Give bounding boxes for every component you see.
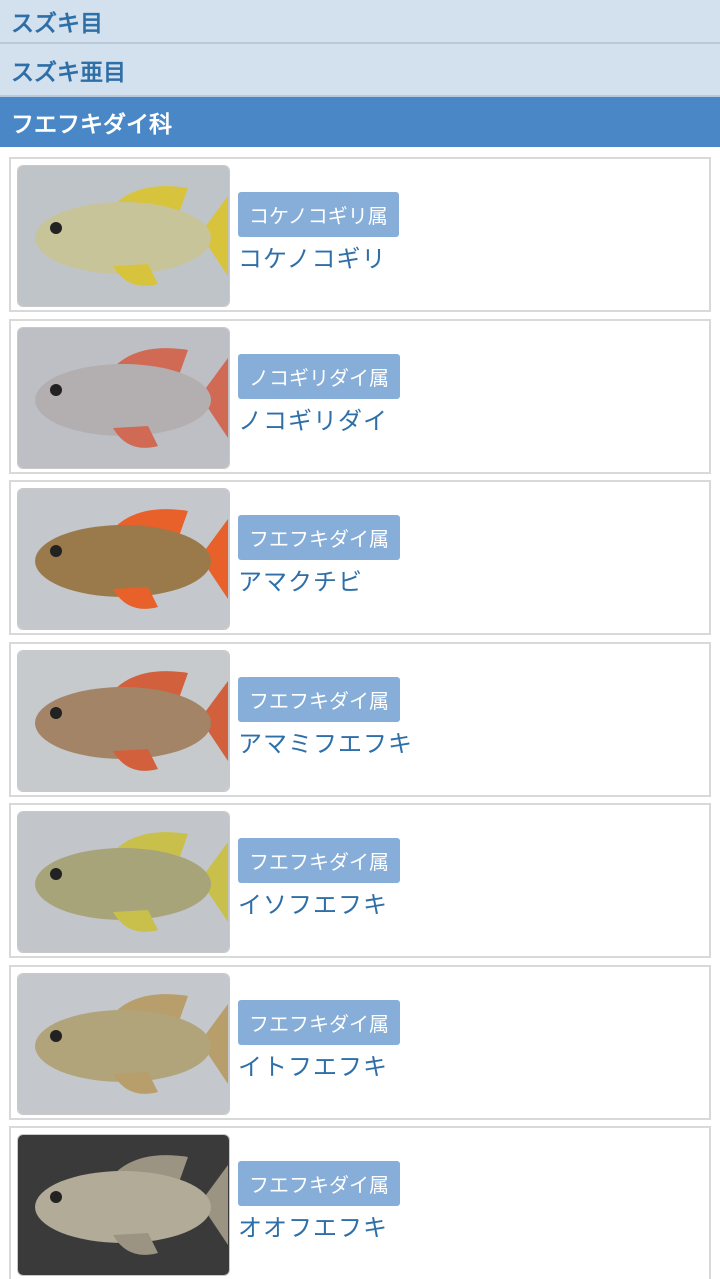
fish-photo[interactable]: [17, 165, 230, 307]
fish-photo[interactable]: [17, 973, 230, 1115]
fish-body: [35, 364, 211, 436]
species-card[interactable]: フエフキダイ属アマミフエフキ: [9, 642, 711, 797]
genus-badge: フエフキダイ属: [238, 1000, 400, 1045]
genus-badge: フエフキダイ属: [238, 838, 400, 883]
genus-badge: コケノコギリ属: [238, 192, 399, 237]
fish-photo[interactable]: [17, 488, 230, 630]
fish-photo[interactable]: [17, 327, 230, 469]
genus-badge: フエフキダイ属: [238, 1161, 400, 1206]
fish-eye: [50, 1030, 62, 1042]
fish-body: [35, 687, 211, 759]
species-name: アマミフエフキ: [238, 730, 413, 758]
species-card[interactable]: ノコギリダイ属ノコギリダイ: [9, 319, 711, 474]
fish-body: [35, 848, 211, 920]
breadcrumb-suborder[interactable]: スズキ亜目: [0, 44, 720, 97]
fish-eye: [50, 1191, 62, 1203]
genus-badge: ノコギリダイ属: [238, 354, 400, 399]
fish-body: [35, 1171, 211, 1243]
fish-body: [35, 1010, 211, 1082]
species-card[interactable]: フエフキダイ属アマクチビ: [9, 480, 711, 635]
genus-badge: フエフキダイ属: [238, 677, 400, 722]
species-card[interactable]: フエフキダイ属イトフエフキ: [9, 965, 711, 1120]
species-name: オオフエフキ: [238, 1214, 388, 1242]
species-name: ノコギリダイ: [238, 407, 388, 435]
fish-body: [35, 202, 211, 274]
fish-photo[interactable]: [17, 650, 230, 792]
genus-badge: フエフキダイ属: [238, 515, 400, 560]
species-card[interactable]: フエフキダイ属イソフエフキ: [9, 803, 711, 958]
species-name: イソフエフキ: [238, 891, 388, 919]
fish-eye: [50, 222, 62, 234]
fish-eye: [50, 868, 62, 880]
fish-eye: [50, 707, 62, 719]
suborder-label: スズキ亜目: [11, 59, 126, 86]
fish-photo[interactable]: [17, 1134, 230, 1276]
species-card[interactable]: コケノコギリ属コケノコギリ: [9, 157, 711, 312]
species-card[interactable]: フエフキダイ属オオフエフキ: [9, 1126, 711, 1279]
species-name: アマクチビ: [238, 568, 363, 596]
fish-photo[interactable]: [17, 811, 230, 953]
fish-eye: [50, 545, 62, 557]
species-name: コケノコギリ: [238, 245, 387, 273]
family-header: フエフキダイ科: [0, 97, 720, 147]
fish-eye: [50, 384, 62, 396]
family-label: フエフキダイ科: [11, 112, 172, 138]
fish-body: [35, 525, 211, 597]
breadcrumb-order[interactable]: スズキ目: [0, 0, 720, 44]
species-name: イトフエフキ: [238, 1053, 388, 1081]
order-label: スズキ目: [11, 11, 103, 37]
